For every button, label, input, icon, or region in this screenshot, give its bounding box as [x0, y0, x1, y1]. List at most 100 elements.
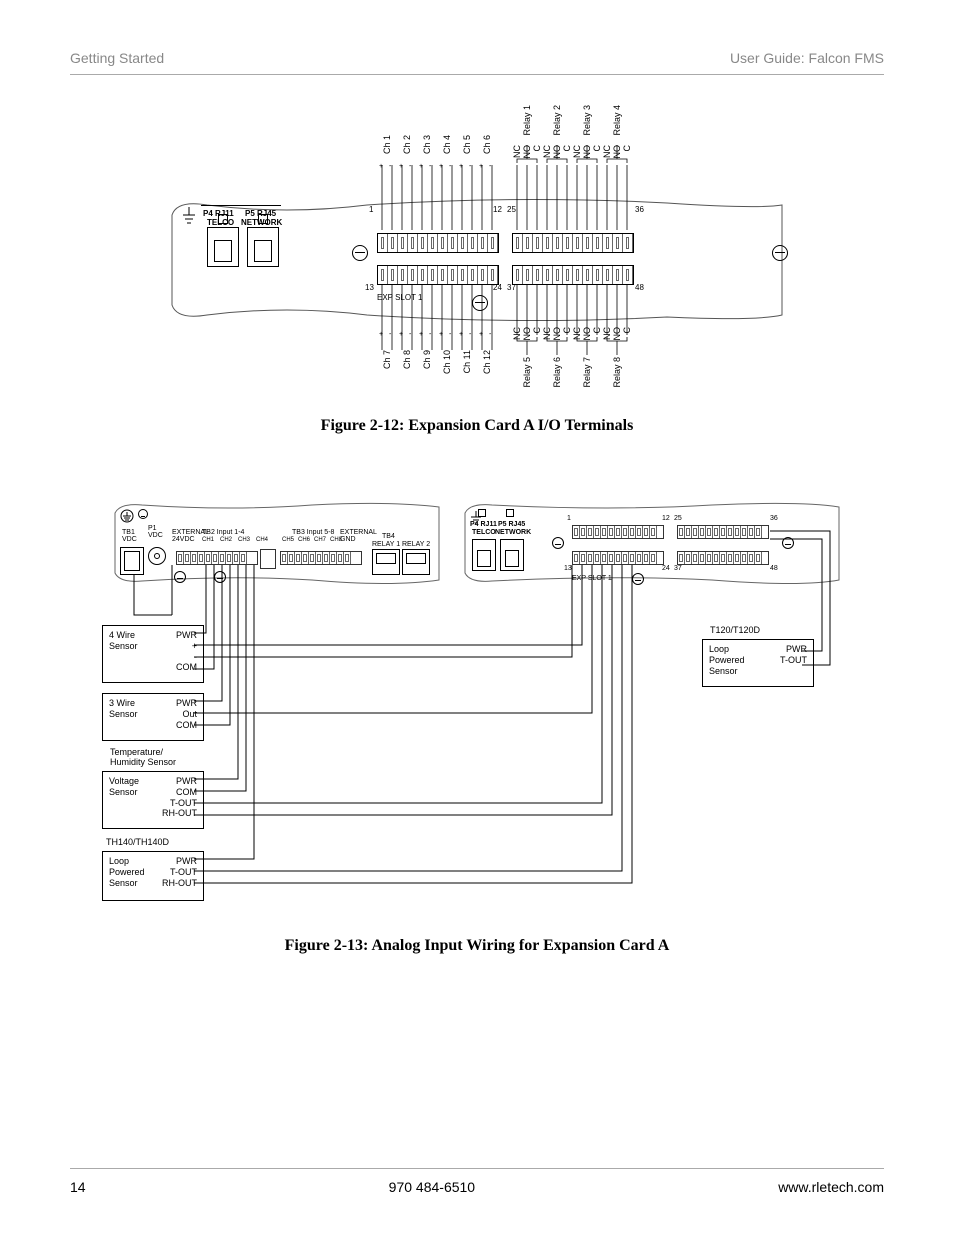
vertical-label: C: [562, 145, 572, 152]
vertical-label: NO: [582, 145, 592, 159]
p1-jack: [148, 547, 166, 565]
small-label: +: [439, 331, 443, 338]
figure-1-caption: Figure 2-12: Expansion Card A I/O Termin…: [70, 417, 884, 435]
terminal-block-relay1-4: [512, 233, 634, 253]
pin-num: 13: [365, 283, 374, 292]
small-label: -: [469, 331, 471, 338]
ground-icon: [181, 205, 197, 229]
p5-label-2: NETWORK: [241, 218, 282, 227]
pin-num: 13: [564, 565, 572, 572]
vertical-label: NC: [512, 327, 522, 340]
vertical-label: Ch 7: [382, 350, 392, 369]
terminal-block-ch1-6: [377, 233, 499, 253]
rj45-jack: [247, 227, 279, 267]
screw-icon: [352, 245, 368, 261]
figure-1-diagram: P4 RJ11 TELCO P5 RJ45 NETWORK 1 12: [167, 105, 787, 405]
vertical-label: NC: [512, 145, 522, 158]
pin-num: 48: [635, 283, 644, 292]
small-label: +: [379, 163, 383, 170]
vertical-label: C: [622, 145, 632, 152]
vertical-label: NO: [582, 327, 592, 341]
small-label: -: [409, 163, 411, 170]
vertical-label: NC: [572, 327, 582, 340]
small-label: CH7: [314, 537, 326, 543]
tb3-block: [280, 551, 362, 565]
small-label: +: [459, 331, 463, 338]
small-label: CH4: [256, 537, 268, 543]
rj11-jack: [472, 539, 496, 571]
small-label: -: [409, 331, 411, 338]
footer-url: www.rletech.com: [778, 1179, 884, 1195]
small-label: +: [479, 163, 483, 170]
small-label: +: [459, 163, 463, 170]
vertical-label: C: [532, 145, 542, 152]
vertical-label: NC: [542, 327, 552, 340]
small-label: CH2: [220, 537, 232, 543]
small-label: CH1: [202, 537, 214, 543]
small-label: +: [479, 331, 483, 338]
rj11-jack: [207, 227, 239, 267]
vertical-label: Relay 1: [522, 105, 532, 136]
pin-num: 1: [567, 515, 571, 522]
vertical-label: C: [592, 327, 602, 334]
screw-icon: [552, 537, 564, 549]
tb1-block: [120, 547, 144, 575]
vertical-label: NO: [612, 145, 622, 159]
small-label: -: [489, 163, 491, 170]
small-label: -: [389, 331, 391, 338]
vertical-label: Relay 8: [612, 357, 622, 388]
tb2-label: TB2 Input 1-4: [202, 529, 244, 536]
vertical-label: Ch 11: [462, 350, 472, 373]
page-footer: 14 970 484-6510 www.rletech.com: [70, 1168, 884, 1195]
ground-icon: [120, 509, 134, 523]
vertical-label: NC: [572, 145, 582, 158]
tb3-label: TB3 Input 5-8: [292, 529, 334, 536]
small-label: CH6: [298, 537, 310, 543]
rt-tb-d: [677, 551, 769, 565]
vertical-label: Ch 4: [442, 135, 452, 154]
vertical-label: Ch 5: [462, 135, 472, 154]
p4a: P4 RJ11: [470, 521, 497, 528]
vertical-label: Relay 5: [522, 357, 532, 388]
vertical-label: NO: [612, 327, 622, 341]
relay-top-leads: [512, 145, 632, 235]
vertical-label: NC: [542, 145, 552, 158]
vertical-label: C: [592, 145, 602, 152]
figure-2-diagram: TB1 VDC P1 VDC EXTERNAL 24VDC TB2 Input …: [102, 495, 852, 925]
small-label: -: [449, 331, 451, 338]
vertical-label: Ch 8: [402, 350, 412, 369]
screw-icon: [632, 573, 644, 585]
small-label: -: [429, 163, 431, 170]
vertical-label: Relay 7: [582, 357, 592, 388]
pin-num: 37: [674, 565, 682, 572]
small-label: CH5: [282, 537, 294, 543]
terminal-block-relay5-8: [512, 265, 634, 285]
screw-icon: [782, 537, 794, 549]
vertical-label: Ch 2: [402, 135, 412, 154]
page-header: Getting Started User Guide: Falcon FMS: [70, 50, 884, 75]
sensor-3wire: 3 Wire Sensor PWR Out COM: [102, 693, 204, 741]
th140-header: TH140/TH140D: [106, 837, 169, 847]
small-label: CH3: [238, 537, 250, 543]
tb4-relay2: [402, 549, 430, 575]
small-label: -: [429, 331, 431, 338]
p4-label-2: TELCO: [207, 218, 234, 227]
p1-label: P1 VDC: [148, 525, 163, 539]
figure-2-caption: Figure 2-13: Analog Input Wiring for Exp…: [70, 937, 884, 955]
pin-num: 24: [662, 565, 670, 572]
rt-tb-b: [677, 525, 769, 539]
vertical-label: Ch 3: [422, 135, 432, 154]
vertical-label: Ch 12: [482, 350, 492, 374]
p4b: TELCO: [472, 529, 496, 536]
vertical-label: NO: [522, 145, 532, 159]
vertical-label: Ch 1: [382, 135, 392, 154]
rt-tb-a: [572, 525, 664, 539]
vertical-label: Relay 4: [612, 105, 622, 136]
p5a: P5 RJ45: [498, 521, 525, 528]
small-label: -: [449, 163, 451, 170]
exp-slot: EXP SLOT 1: [572, 575, 612, 582]
ch-bot-leads: [377, 285, 497, 355]
small-label: +: [399, 331, 403, 338]
small-label: CH8: [330, 537, 342, 543]
footer-page: 14: [70, 1179, 86, 1195]
